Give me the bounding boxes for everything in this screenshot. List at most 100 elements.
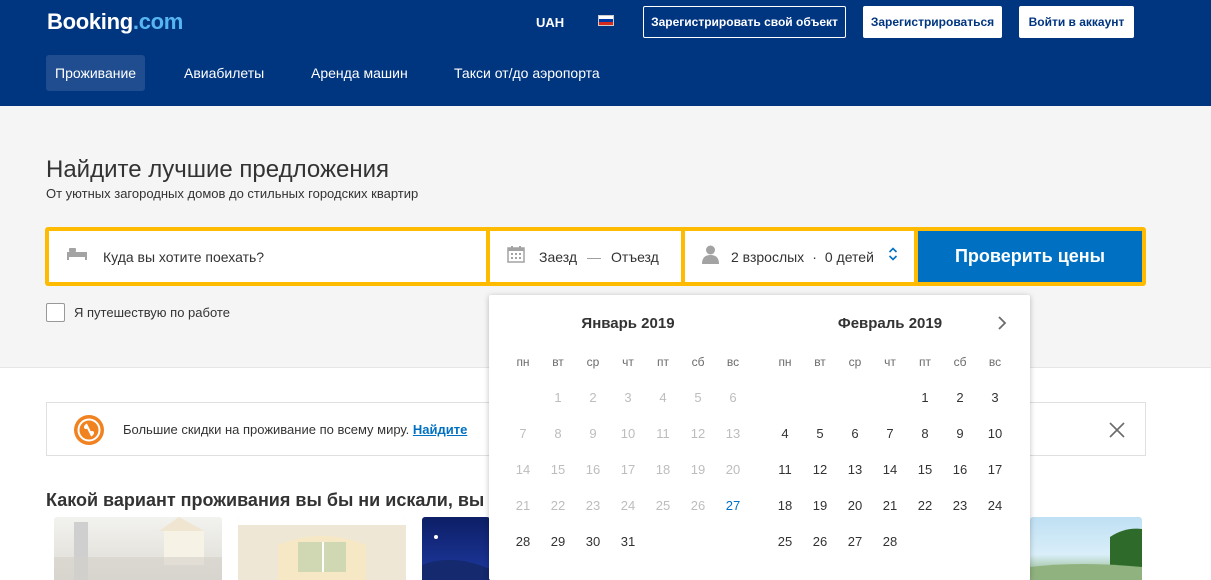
calendar-day: 12 — [690, 425, 706, 441]
calendar-day[interactable]: 31 — [611, 526, 645, 556]
calendar-day[interactable]: 11 — [768, 454, 802, 484]
calendar-day[interactable]: 28 — [873, 526, 907, 556]
calendar-day: 7 — [519, 425, 527, 441]
nav-tab-airport-taxi[interactable]: Такси от/до аэропорта — [445, 55, 609, 91]
calendar-day: 26 — [690, 497, 706, 513]
calendar-day[interactable]: 16 — [943, 454, 977, 484]
calendar-day[interactable]: 18 — [768, 490, 802, 520]
currency-selector[interactable]: UAH — [536, 15, 564, 30]
register-button[interactable]: Зарегистрироваться — [863, 6, 1002, 38]
property-type-image-hotels[interactable] — [238, 517, 406, 580]
weekday-header: чт — [622, 355, 634, 369]
calendar-day[interactable]: 8 — [908, 418, 942, 448]
nav-tab-car-rental[interactable]: Аренда машин — [302, 55, 417, 91]
month-title-february: Февраль 2019 — [837, 315, 943, 332]
calendar-day[interactable]: 13 — [838, 454, 872, 484]
calendar-day: 17 — [620, 461, 636, 477]
weekday-header: чт — [884, 355, 896, 369]
calendar-day[interactable]: 15 — [908, 454, 942, 484]
checkin-label: Заезд — [539, 248, 578, 265]
calendar-day[interactable]: 6 — [838, 418, 872, 448]
calendar-day: 24 — [620, 497, 636, 513]
property-type-image-apartments[interactable] — [54, 517, 222, 580]
calendar-day: 22 — [550, 497, 566, 513]
calendar-day[interactable]: 25 — [768, 526, 802, 556]
promo-link[interactable]: Найдите — [413, 422, 467, 437]
property-type-image-villas[interactable] — [1030, 517, 1142, 580]
calendar-day[interactable]: 23 — [943, 490, 977, 520]
destination-placeholder: Куда вы хотите поехать? — [103, 248, 265, 265]
nav-tab-flights[interactable]: Авиабилеты — [175, 55, 273, 91]
guests-field[interactable]: 2 взрослых · 0 детей — [685, 231, 914, 282]
calendar-day[interactable]: 27 — [716, 490, 750, 520]
weekday-header: ср — [848, 355, 862, 369]
calendar-day[interactable]: 19 — [803, 490, 837, 520]
calendar-day[interactable]: 24 — [978, 490, 1012, 520]
booking-logo[interactable]: Booking.com — [47, 9, 183, 35]
calendar-day: 4 — [659, 389, 667, 405]
hero-subtitle: От уютных загородных домов до стильных г… — [46, 186, 419, 201]
date-picker-calendar: Январь 2019 Февраль 2019 пн вт ср чт пт сб вс 1… — [489, 295, 1030, 580]
weekday-header: пт — [919, 355, 931, 369]
dates-field[interactable]: Заезд — Отъезд — [490, 231, 681, 282]
calendar-day[interactable]: 2 — [943, 382, 977, 412]
weekday-header: пн — [516, 355, 530, 369]
month-title-january: Январь 2019 — [581, 315, 675, 332]
close-icon[interactable] — [1108, 421, 1126, 439]
calendar-day[interactable]: 28 — [506, 526, 540, 556]
calendar-day: 18 — [655, 461, 671, 477]
destination-field[interactable]: Куда вы хотите поехать? — [49, 231, 486, 282]
calendar-day[interactable]: 9 — [943, 418, 977, 448]
calendar-day: 9 — [589, 425, 597, 441]
calendar-day[interactable]: 20 — [838, 490, 872, 520]
weekday-header: пт — [657, 355, 669, 369]
calendar-day[interactable]: 7 — [873, 418, 907, 448]
work-travel-option[interactable]: Я путешествую по работе — [46, 303, 230, 322]
calendar-day[interactable]: 30 — [576, 526, 610, 556]
calendar-day[interactable]: 1 — [908, 382, 942, 412]
date-separator: — — [587, 248, 602, 265]
check-prices-button[interactable]: Проверить цены — [918, 231, 1142, 282]
calendar-day[interactable]: 10 — [978, 418, 1012, 448]
calendar-day[interactable]: 4 — [768, 418, 802, 448]
calendar-day: 1 — [554, 389, 562, 405]
nav-tab-stays[interactable]: Проживание — [46, 55, 146, 91]
calendar-day: 16 — [585, 461, 601, 477]
weekday-header: вс — [988, 355, 1002, 369]
calendar-day: 19 — [690, 461, 706, 477]
adults-count: 2 взрослых — [731, 248, 805, 265]
calendar-day: 3 — [624, 389, 632, 405]
calendar-day: 15 — [550, 461, 566, 477]
chevron-right-icon[interactable] — [995, 315, 1009, 331]
property-type-image-resorts[interactable] — [422, 517, 490, 580]
logo-suffix-text: .com — [132, 9, 184, 34]
calendar-day: 25 — [655, 497, 671, 513]
person-icon — [702, 245, 719, 269]
calendar-day[interactable]: 5 — [803, 418, 837, 448]
top-header: Booking.com UAH Зарегистрировать свой об… — [0, 0, 1211, 106]
calendar-day: 14 — [515, 461, 531, 477]
calendar-day: 5 — [694, 389, 702, 405]
language-flag-icon[interactable] — [598, 15, 614, 26]
calendar-day: 20 — [725, 461, 741, 477]
calendar-day[interactable]: 26 — [803, 526, 837, 556]
calendar-day[interactable]: 14 — [873, 454, 907, 484]
calendar-day[interactable]: 29 — [541, 526, 575, 556]
work-travel-checkbox[interactable] — [46, 303, 65, 322]
calendar-day[interactable]: 27 — [838, 526, 872, 556]
promo-text: Большие скидки на проживание по всему ми… — [123, 422, 467, 437]
calendar-day[interactable]: 12 — [803, 454, 837, 484]
login-button[interactable]: Войти в аккаунт — [1019, 6, 1134, 38]
calendar-day[interactable]: 3 — [978, 382, 1012, 412]
section-title: Какой вариант проживания вы бы ни искали… — [46, 490, 485, 510]
calendar-day: 8 — [554, 425, 562, 441]
calendar-icon — [507, 245, 525, 268]
calendar-day[interactable]: 17 — [978, 454, 1012, 484]
weekday-header: сб — [691, 355, 705, 369]
calendar-day[interactable]: 22 — [908, 490, 942, 520]
calendar-day[interactable]: 21 — [873, 490, 907, 520]
weekday-header: пн — [778, 355, 792, 369]
list-property-button[interactable]: Зарегистрировать свой объект — [643, 6, 846, 38]
weekday-header: вт — [552, 355, 564, 369]
checkout-label: Отъезд — [611, 248, 659, 265]
